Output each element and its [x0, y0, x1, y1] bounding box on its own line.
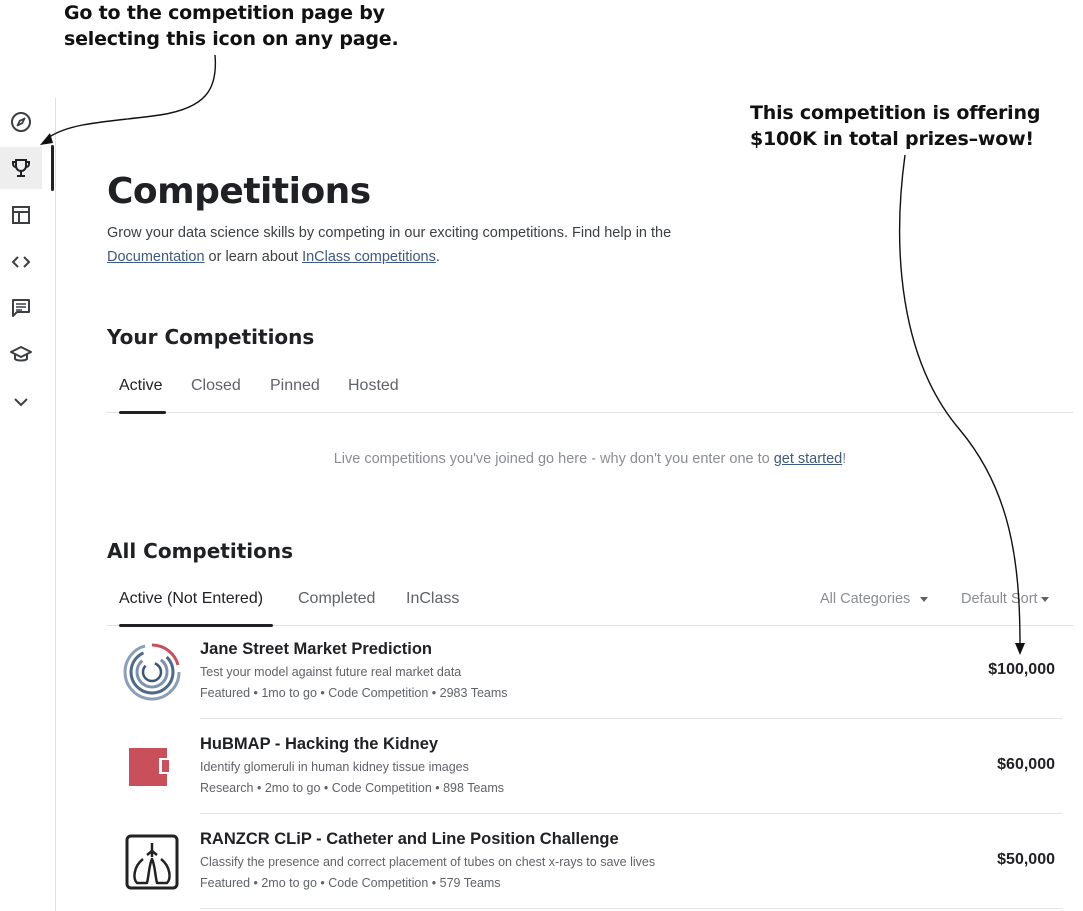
description-text: . [435, 249, 440, 265]
active-indicator [51, 145, 54, 191]
graduation-cap-icon [10, 346, 32, 362]
hubmap-logo [129, 748, 171, 786]
page: Go to the competition page by selecting … [0, 0, 1083, 911]
tab-inclass[interactable]: InClass [406, 587, 459, 611]
sidebar-item-courses[interactable] [0, 334, 42, 376]
description-text: Grow your data science skills by competi… [107, 225, 672, 241]
category-filter-label: All Categories [820, 591, 911, 607]
competition-row[interactable]: Jane Street Market Prediction Test your … [107, 625, 1062, 719]
category-filter[interactable]: All Categories [820, 591, 929, 607]
competition-title[interactable]: HuBMAP - Hacking the Kidney [200, 733, 438, 755]
tab-hosted[interactable]: Hosted [348, 374, 399, 398]
empty-state-text: ! [842, 451, 847, 467]
annotation-competition-icon: Go to the competition page by selecting … [64, 0, 399, 52]
caret-down-icon [1040, 596, 1049, 602]
documentation-link[interactable]: Documentation [107, 249, 205, 265]
compass-icon [11, 112, 31, 132]
divider [200, 718, 1062, 719]
sidebar-item-competitions[interactable] [0, 147, 42, 189]
sidebar-item-discussions[interactable] [0, 287, 42, 329]
chevron-down-icon [14, 398, 28, 407]
divider [200, 908, 1062, 909]
annotation-prize: This competition is offering $100K in to… [750, 100, 1040, 152]
annotation-line: Go to the competition page by [64, 2, 385, 24]
tab-underline [119, 411, 166, 414]
competition-meta: Featured • 1mo to go • Code Competition … [200, 686, 508, 700]
sidebar-item-compass[interactable] [0, 101, 42, 143]
competition-prize: $60,000 [997, 756, 1055, 773]
competition-subtitle: Test your model against future real mark… [200, 665, 462, 679]
competition-meta: Research • 2mo to go • Code Competition … [200, 781, 505, 795]
description-text: or learn about [204, 249, 303, 265]
all-competitions-title: All Competitions [107, 539, 294, 563]
tab-closed[interactable]: Closed [191, 374, 241, 398]
inclass-competitions-link[interactable]: InClass competitions [302, 249, 436, 265]
tab-pinned[interactable]: Pinned [270, 374, 320, 398]
tab-completed[interactable]: Completed [298, 587, 375, 611]
competition-row[interactable]: RANZCR CLiP - Catheter and Line Position… [107, 815, 1062, 909]
trophy-icon [12, 159, 30, 177]
annotation-line: This competition is offering [750, 102, 1041, 124]
table-icon [12, 206, 30, 224]
sort-label: Default Sort [961, 591, 1038, 607]
your-competitions-tabs: Active Closed Pinned Hosted [107, 366, 1073, 414]
competition-subtitle: Identify glomeruli in human kidney tissu… [200, 760, 469, 774]
annotation-line: $100K in total prizes–wow! [750, 128, 1034, 150]
all-competitions-tabs: Active (Not Entered) Completed InClass A… [107, 579, 1073, 627]
sidebar-item-more[interactable] [0, 381, 42, 423]
code-icon [11, 256, 31, 268]
sidebar-item-datasets[interactable] [0, 194, 42, 236]
tab-active-not-entered[interactable]: Active (Not Entered) [119, 587, 263, 611]
comment-icon [12, 299, 30, 317]
empty-state-message: Live competitions you've joined go here … [107, 449, 1073, 469]
competition-prize: $50,000 [997, 851, 1055, 868]
jane-street-logo [123, 643, 181, 701]
annotation-line: selecting this icon on any page. [64, 28, 399, 50]
sidebar-item-code[interactable] [0, 241, 42, 283]
get-started-link[interactable]: get started [774, 451, 843, 467]
competition-row[interactable]: HuBMAP - Hacking the Kidney Identify glo… [107, 720, 1062, 814]
sort-dropdown[interactable]: Default Sort [961, 591, 1049, 607]
tab-active[interactable]: Active [119, 374, 163, 398]
chest-xray-logo [125, 834, 179, 890]
competition-prize: $100,000 [988, 661, 1055, 678]
competition-title[interactable]: RANZCR CLiP - Catheter and Line Position… [200, 828, 619, 850]
competition-meta: Featured • 2mo to go • Code Competition … [200, 876, 501, 890]
competition-subtitle: Classify the presence and correct placem… [200, 855, 656, 869]
competition-title[interactable]: Jane Street Market Prediction [200, 638, 432, 660]
caret-down-icon [920, 596, 929, 602]
sidebar [0, 98, 56, 911]
arrow-to-competition-icon [47, 54, 217, 139]
empty-state-text: Live competitions you've joined go here … [333, 451, 774, 467]
your-competitions-title: Your Competitions [107, 325, 315, 349]
page-title: Competitions [107, 171, 371, 212]
page-description: Grow your data science skills by competi… [107, 221, 767, 269]
divider [200, 813, 1062, 814]
